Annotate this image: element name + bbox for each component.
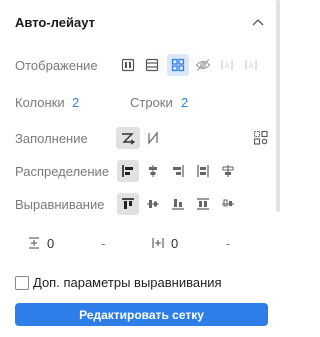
vertical-gap-dash: -: [101, 236, 106, 251]
rows-value[interactable]: 2: [181, 95, 188, 110]
fill-z-icon[interactable]: [116, 127, 140, 149]
vertical-gap-value[interactable]: 0: [47, 236, 54, 251]
align-left-icon[interactable]: [117, 160, 139, 182]
alignment-label: Выравнивание: [15, 197, 105, 212]
svg-text:A: A: [249, 63, 254, 70]
horizontal-gap-dash: -: [226, 236, 231, 251]
align-center-icon[interactable]: [143, 161, 163, 181]
columns-layout-icon[interactable]: [118, 55, 138, 75]
extra-alignment-checkbox[interactable]: [15, 276, 29, 290]
space-between-icon[interactable]: [193, 161, 213, 181]
text-disabled-icon: A: [241, 55, 261, 75]
chevron-up-icon[interactable]: [250, 16, 266, 28]
space-around-icon[interactable]: [218, 161, 238, 181]
extra-alignment-label[interactable]: Доп. параметры выравнивания: [33, 275, 222, 290]
auto-layout-panel: Авто-лейаут Отображение A A Колонки 2 Ст…: [0, 0, 280, 337]
vertical-gap-icon: [24, 233, 44, 253]
distribution-label: Распределение: [15, 164, 110, 179]
display-label: Отображение: [15, 58, 98, 73]
rows-label: Строки: [130, 95, 173, 110]
grid-settings-icon[interactable]: [251, 128, 271, 148]
align-right-icon[interactable]: [168, 161, 188, 181]
horizontal-gap-value[interactable]: 0: [171, 236, 178, 251]
baseline-icon[interactable]: [218, 194, 238, 214]
edit-grid-button[interactable]: Редактировать сетку: [15, 303, 268, 326]
fill-n-icon[interactable]: [143, 128, 163, 148]
stretch-icon[interactable]: [193, 194, 213, 214]
section-title: Авто-лейаут: [15, 15, 95, 30]
hide-icon[interactable]: [193, 55, 213, 75]
columns-value[interactable]: 2: [72, 95, 79, 110]
align-middle-icon[interactable]: [143, 194, 163, 214]
rows-layout-icon[interactable]: [142, 55, 162, 75]
align-top-icon[interactable]: [117, 193, 139, 215]
scrollbar[interactable]: [276, 0, 280, 212]
text-disabled-icon: A: [217, 55, 237, 75]
align-bottom-icon[interactable]: [168, 194, 188, 214]
grid-layout-icon[interactable]: [167, 54, 189, 76]
svg-text:A: A: [225, 63, 230, 70]
columns-label: Колонки: [15, 95, 65, 110]
fill-label: Заполнение: [15, 131, 88, 146]
horizontal-gap-icon: [148, 233, 168, 253]
